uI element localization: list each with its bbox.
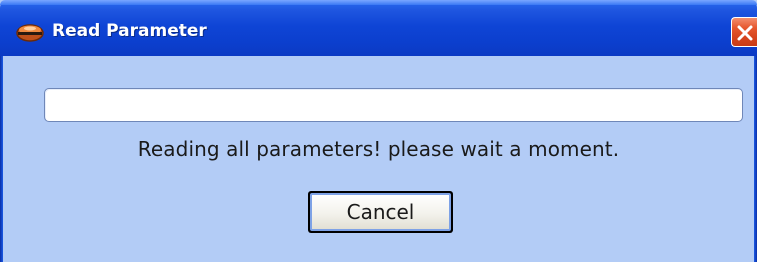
cancel-button[interactable]: Cancel xyxy=(308,191,453,233)
app-icon xyxy=(14,22,46,44)
dialog-content: Reading all parameters! please wait a mo… xyxy=(3,56,754,262)
title-bar-highlight xyxy=(0,0,757,5)
cancel-button-label: Cancel xyxy=(310,193,451,231)
close-button[interactable] xyxy=(731,17,757,47)
status-message: Reading all parameters! please wait a mo… xyxy=(137,137,620,161)
progress-bar xyxy=(44,88,743,122)
window-title: Read Parameter xyxy=(52,21,207,41)
close-icon xyxy=(737,25,753,41)
title-bar[interactable]: Read Parameter xyxy=(0,0,757,56)
read-parameter-dialog: Read Parameter Reading all parameters! p… xyxy=(0,0,757,262)
